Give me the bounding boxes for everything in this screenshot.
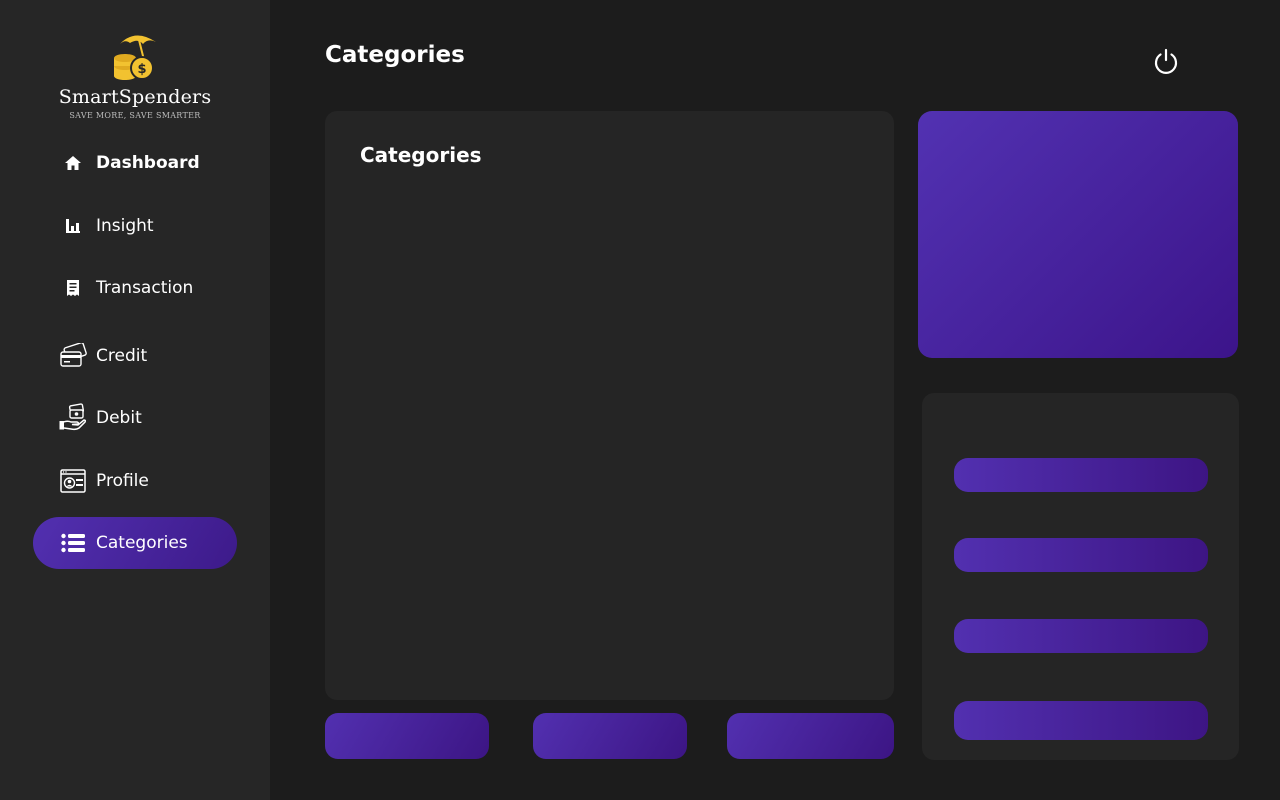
svg-text:$: $ [137, 62, 146, 77]
home-icon [55, 145, 91, 181]
receipt-icon [55, 270, 91, 306]
sidebar-item-label: Debit [96, 408, 142, 428]
bottom-action-button[interactable] [533, 713, 687, 759]
sidebar-item-transaction[interactable]: Transaction [33, 262, 237, 314]
profile-card-icon [55, 463, 91, 499]
sidebar-item-debit[interactable]: Debit [33, 392, 237, 444]
credit-card-icon [55, 338, 91, 374]
sidebar-item-label: Categories [96, 533, 188, 553]
sidebar-item-label: Transaction [96, 278, 194, 298]
side-pill-button[interactable] [954, 619, 1208, 653]
sidebar-item-categories[interactable]: Categories [33, 517, 237, 569]
side-pill-button[interactable] [954, 701, 1208, 740]
logout-button[interactable] [1150, 45, 1182, 77]
sidebar-item-dashboard[interactable]: Dashboard [33, 137, 237, 189]
sidebar-item-insight[interactable]: Insight [33, 200, 237, 252]
sidebar-item-label: Insight [96, 216, 154, 236]
bottom-action-button[interactable] [325, 713, 489, 759]
sidebar-item-label: Credit [96, 346, 148, 366]
power-icon [1154, 48, 1178, 74]
sidebar-item-credit[interactable]: Credit [33, 330, 237, 382]
coins-umbrella-logo-icon: $ [114, 35, 156, 80]
hand-money-icon [55, 400, 91, 436]
page-title: Categories [325, 42, 465, 68]
card-title: Categories [360, 143, 482, 167]
sidebar-item-profile[interactable]: Profile [33, 455, 237, 507]
bar-chart-icon [55, 208, 91, 244]
sidebar-item-label: Dashboard [96, 153, 200, 173]
app-name: SmartSpenders [58, 86, 212, 108]
categories-card: Categories [325, 111, 894, 700]
sidebar: $ SmartSpenders SAVE MORE, SAVE SMARTER … [0, 0, 270, 800]
sidebar-item-label: Profile [96, 471, 149, 491]
side-pill-button[interactable] [954, 458, 1208, 492]
bottom-action-button[interactable] [727, 713, 894, 759]
side-pill-button[interactable] [954, 538, 1208, 572]
list-icon [55, 525, 91, 561]
app-tagline: SAVE MORE, SAVE SMARTER [69, 111, 201, 120]
summary-card [918, 111, 1238, 358]
app-logo: $ SmartSpenders SAVE MORE, SAVE SMARTER [0, 30, 270, 120]
